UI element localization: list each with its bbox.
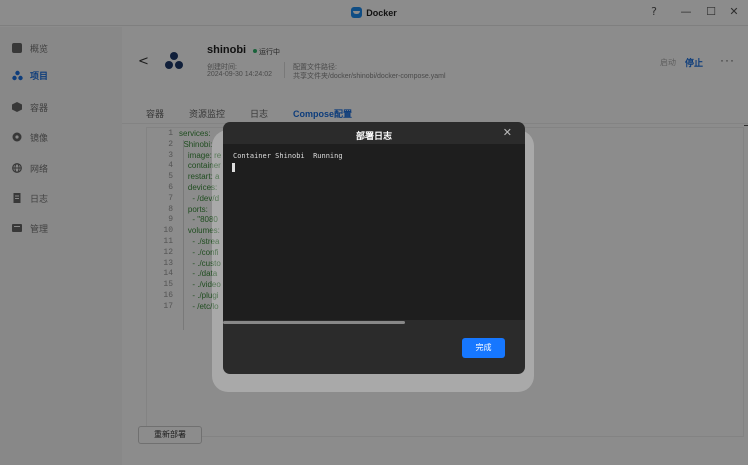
deploy-log-dialog: 部署日志 ✕ Container Shinobi Running 完成 [223, 122, 525, 374]
terminal-cursor [232, 163, 235, 172]
horizontal-scrollbar[interactable] [223, 321, 405, 324]
log-line: Container Shinobi Running [233, 152, 343, 160]
done-button[interactable]: 完成 [462, 338, 505, 358]
close-icon[interactable]: ✕ [503, 126, 512, 139]
dialog-header: 部署日志 ✕ [223, 122, 525, 144]
log-terminal[interactable]: Container Shinobi Running [223, 144, 525, 320]
dialog-title: 部署日志 [355, 131, 392, 141]
